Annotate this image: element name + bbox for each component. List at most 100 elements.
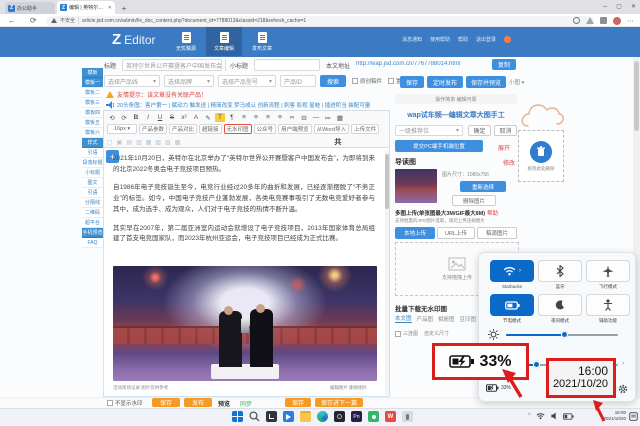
product-params-button[interactable]: 产品参数 xyxy=(139,124,168,134)
link-icon[interactable]: ∞ xyxy=(287,113,297,122)
upload-file-button[interactable]: 上传文件 xyxy=(351,124,380,134)
battery-saver-tile[interactable] xyxy=(490,294,534,316)
recommend-select[interactable]: 一级推荐位 ▾ xyxy=(395,125,463,136)
brightness-handle[interactable] xyxy=(561,331,568,338)
paragraph[interactable]: 自1986年电子竞技诞生至今，电竞行业经过20多年的曲折和发展，已经逐渐摆脱了“… xyxy=(113,183,375,215)
upload-help-link[interactable]: 帮助 xyxy=(487,209,498,217)
batch-tab-album[interactable]: 相册图 xyxy=(438,315,455,323)
file-explorer-icon[interactable] xyxy=(300,411,311,422)
triple-image-checkbox[interactable]: 三连图 xyxy=(395,330,418,337)
footer-save-next-button[interactable]: 保存进下一篇 xyxy=(315,398,363,407)
confirm-button[interactable]: 确定 xyxy=(468,125,491,136)
cancel-button[interactable]: 取消 xyxy=(494,125,517,136)
strikethrough-icon[interactable]: S xyxy=(167,113,177,122)
sidebar-item-mobile-preview[interactable]: 手机预览 xyxy=(82,228,103,238)
block-icon[interactable]: ▨ xyxy=(165,139,171,146)
highlight-icon[interactable]: T xyxy=(215,113,225,122)
small-image-link[interactable]: 小图 ▾ xyxy=(509,78,524,86)
sidebar-item-template2[interactable]: 模板二 xyxy=(82,88,103,98)
table-icon[interactable]: ▦ xyxy=(335,113,345,122)
footer-watermark-checkbox[interactable]: 不显示水印 xyxy=(107,399,143,407)
header-link-help[interactable]: 帮助 xyxy=(458,36,468,43)
scrollbar-thumb[interactable] xyxy=(634,61,639,131)
save-preview-button[interactable]: 保存并预览 xyxy=(466,76,506,88)
paragraph-icon[interactable]: ¶ xyxy=(227,113,237,122)
reselect-image-button[interactable]: 重新选择 xyxy=(460,181,506,192)
nav-item-edit-active[interactable]: 文章编辑 xyxy=(206,27,242,56)
client-preview-button[interactable]: 用户端预览 xyxy=(278,124,312,134)
scheduled-publish-button[interactable]: 定时发布 xyxy=(427,76,463,88)
footer-preview-link[interactable]: 预览 xyxy=(218,399,230,408)
media-app-icon[interactable] xyxy=(283,411,294,422)
browser-tab-1[interactable]: Z 办公助手 xyxy=(5,2,55,14)
article-url-link[interactable]: http://wap.jsd.com.cn/7767788014.html xyxy=(356,61,488,67)
url-pill[interactable]: 不安全 article.jsd.com.cn/admin/fix_doc_con… xyxy=(46,15,594,26)
airplane-mode-tile[interactable] xyxy=(586,260,630,282)
volume-chevron[interactable]: › xyxy=(622,360,624,367)
article-photo[interactable] xyxy=(113,266,377,381)
block-icon[interactable]: ▢ xyxy=(107,139,113,146)
maximize-button[interactable]: ▢ xyxy=(616,3,622,10)
superscript-icon[interactable]: x² xyxy=(179,113,189,122)
product-compare-button[interactable]: 产品对比 xyxy=(169,124,198,134)
sidebar-item-qrcode[interactable]: 二维码 xyxy=(82,208,103,218)
browser-tab-2-active[interactable]: Z 编辑 | 英特尔世界公开赛客户中… ✕ xyxy=(57,1,115,14)
underline-icon[interactable]: U xyxy=(155,113,165,122)
sidebar-item-divider[interactable]: 分隔线 xyxy=(82,198,103,208)
block-icon[interactable]: ▦ xyxy=(146,139,152,146)
paragraph[interactable]: 2021年10月20日，英特尔在北京举办了“英特尔世界公开赛暨客户中国发布会”，… xyxy=(113,154,375,175)
title-input[interactable]: 英特尔世界公开赛暨客户中国发布会举行 xyxy=(122,59,222,71)
tray-volume-icon[interactable] xyxy=(550,412,558,420)
app-logo[interactable]: Z Editor xyxy=(112,31,156,48)
header-link-help-docs[interactable]: 使用帮助 xyxy=(430,36,450,43)
sidebar-item-template6[interactable]: 模板六 xyxy=(82,128,103,138)
undo-icon[interactable]: ⟲ xyxy=(107,113,117,122)
bluetooth-tile[interactable] xyxy=(538,260,582,282)
browser-menu-icon[interactable]: ⋯ xyxy=(627,17,634,25)
green-app-icon[interactable] xyxy=(368,411,379,422)
sidebar-item-faq[interactable]: FAQ xyxy=(82,238,103,248)
download-icon[interactable] xyxy=(573,17,580,24)
header-link-logout[interactable]: 退出登录 xyxy=(476,36,496,43)
taskview-app-icon[interactable] xyxy=(266,411,277,422)
subtitle-input[interactable] xyxy=(254,59,320,71)
drag-delete-dropzone[interactable]: 拖到此处删除 xyxy=(518,130,564,182)
pencil-icon[interactable]: ✎ xyxy=(203,113,213,122)
editor-paragraphs[interactable]: 2021年10月20日，英特尔在北京举办了“英特尔世界公开赛暨客户中国发布会”，… xyxy=(113,154,375,264)
photo-caption-right[interactable]: 编辑图片 删除图片 xyxy=(330,385,367,391)
select-product-line[interactable]: 选择产品线 ▾ xyxy=(104,75,160,87)
back-icon[interactable]: ← xyxy=(8,16,16,25)
font-size-select[interactable]: 16px ▾ xyxy=(107,124,137,134)
editor-scrollbar-thumb[interactable] xyxy=(385,154,389,209)
url-text[interactable]: article.jsd.com.cn/admin/fix_doc_content… xyxy=(82,18,589,24)
align-justify-icon[interactable]: ≡ xyxy=(275,113,285,122)
horizontal-rule-icon[interactable]: — xyxy=(311,113,321,122)
footer-save-button[interactable]: 保存 xyxy=(152,398,180,407)
refresh-icon[interactable]: ⟳ xyxy=(30,16,37,25)
char-icon[interactable]: 共 xyxy=(334,137,341,147)
night-mode-tile[interactable] xyxy=(538,294,582,316)
redo-icon[interactable]: ⟳ xyxy=(119,113,129,122)
accessibility-tile[interactable] xyxy=(586,294,630,316)
select-product-model[interactable]: 选择产品型号 ▾ xyxy=(218,75,276,87)
hyperlink-button[interactable]: 超链接 xyxy=(199,124,222,134)
settings-gear-icon[interactable] xyxy=(618,384,628,394)
search-button[interactable]: 搜索 xyxy=(320,75,346,87)
sidebar-item-quote2[interactable]: 引语 xyxy=(82,188,103,198)
tray-network-icon[interactable] xyxy=(536,412,545,420)
delete-image-button[interactable]: 删除图片 xyxy=(452,195,496,206)
pn-app-icon[interactable]: Pn xyxy=(351,411,362,422)
batch-tab-article-active[interactable]: 本文图 xyxy=(395,314,412,323)
volume-handle[interactable] xyxy=(533,361,540,368)
submit-position-button[interactable]: 提交PC端手机端位置 xyxy=(395,140,483,152)
minimize-button[interactable]: ─ xyxy=(603,4,607,10)
tab-close-icon[interactable]: ✕ xyxy=(108,5,112,11)
select-brand[interactable]: 选择品牌 ▾ xyxy=(164,75,214,87)
lead-image-thumbnail[interactable] xyxy=(395,169,437,203)
header-link-notifications[interactable]: 消息通知 xyxy=(402,36,422,43)
product-id-input[interactable]: 产品ID xyxy=(280,75,316,87)
search-icon[interactable] xyxy=(249,411,260,422)
tab-local-upload-active[interactable]: 本地上传 xyxy=(395,227,435,239)
paragraph[interactable]: 其实早在2007年，第二届亚洲室内运动会就增设了电子竞技项目，2013年国家体育… xyxy=(113,224,375,245)
bookmark-star-icon[interactable] xyxy=(586,17,594,24)
